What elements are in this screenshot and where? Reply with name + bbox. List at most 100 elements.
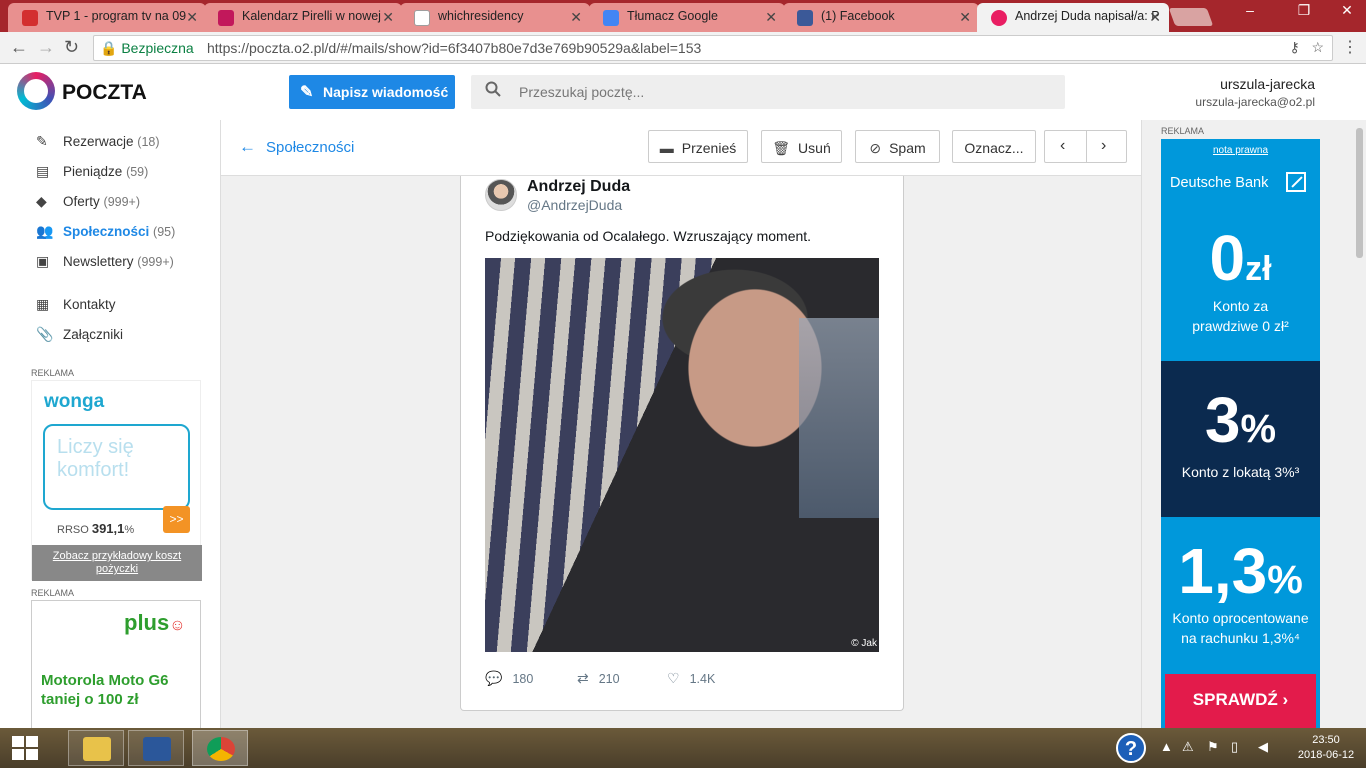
- sidebar-item-rezerwacje[interactable]: ✎ Rezerwacje (18): [36, 133, 160, 150]
- folder-icon: [83, 737, 111, 761]
- o2-logo-icon[interactable]: [17, 72, 55, 110]
- forward-arrow-icon[interactable]: →: [37, 37, 55, 58]
- sidebar-item-count: (95): [153, 225, 176, 239]
- file-explorer-taskbar-button[interactable]: [68, 730, 124, 766]
- tweet-author-name[interactable]: Andrzej Duda: [527, 178, 630, 196]
- word-taskbar-button[interactable]: [128, 730, 184, 766]
- close-tab-icon[interactable]: ✕: [1149, 9, 1161, 26]
- sidebar-item-label: Newslettery: [63, 254, 134, 269]
- key-icon[interactable]: ⚷: [1290, 39, 1300, 55]
- ad-label: REKLAMA: [31, 368, 75, 378]
- minimize-icon[interactable]: –: [1235, 2, 1265, 18]
- money-icon: ▤: [36, 163, 50, 179]
- mark-button[interactable]: Oznacz...: [952, 130, 1036, 163]
- browser-tab[interactable]: (1) Facebook ✕: [783, 3, 979, 32]
- search-input[interactable]: Przeszukaj pocztę...: [471, 75, 1065, 109]
- scrollbar-thumb[interactable]: [1356, 128, 1363, 258]
- help-icon[interactable]: ?: [1116, 733, 1146, 763]
- newsletter-icon: ▣: [36, 253, 50, 269]
- rrso-value: 391,1: [91, 521, 125, 536]
- wonga-footer-link[interactable]: Zobacz przykładowy koszt pożyczki: [32, 545, 202, 581]
- next-message-icon[interactable]: ›: [1101, 137, 1106, 155]
- back-arrow-icon: ←: [239, 137, 256, 156]
- address-bar[interactable]: 🔒 Bezpieczna https://poczta.o2.pl/d/#/ma…: [93, 35, 1333, 61]
- windows-start-icon[interactable]: [12, 736, 38, 760]
- sidebar-item-pieniadze[interactable]: ▤ Pieniądze (59): [36, 163, 148, 180]
- back-to-folder-link[interactable]: ← Społeczności: [239, 137, 354, 157]
- back-arrow-icon[interactable]: ←: [10, 37, 28, 58]
- like-count: 1.4K: [689, 672, 716, 686]
- check-offer-button[interactable]: SPRAWDŹ ›: [1165, 674, 1316, 728]
- delete-button[interactable]: 🗑 Usuń: [761, 130, 842, 163]
- sidebar-item-spolecznosci[interactable]: 👥 Społeczności (95): [36, 223, 175, 240]
- deutsche-bank-logo-icon: [1286, 172, 1306, 192]
- reload-icon[interactable]: ↻: [64, 37, 79, 58]
- deutsche-bank-ad[interactable]: nota prawna Deutsche Bank 0zł Konto za p…: [1161, 139, 1320, 728]
- secure-indicator[interactable]: 🔒 Bezpieczna: [100, 40, 194, 57]
- retweet-icon: ⇄: [577, 670, 589, 686]
- tab-title: TVP 1 - program tv na 09: [46, 9, 187, 23]
- search-icon: [485, 81, 501, 97]
- offer-zero-unit: zł: [1245, 250, 1272, 288]
- legal-note-link[interactable]: nota prawna: [1161, 145, 1320, 156]
- move-button[interactable]: ▬ Przenieś: [648, 130, 748, 163]
- system-clock[interactable]: 23:50 2018-06-12: [1294, 733, 1358, 763]
- tweet-text: Podziękowania od Ocalałego. Wzruszający …: [485, 228, 812, 244]
- close-window-icon[interactable]: ✕: [1332, 2, 1362, 19]
- sidebar-item-oferty[interactable]: ◆ Oferty (999+): [36, 193, 140, 210]
- offer-interest-unit: %: [1267, 558, 1303, 602]
- browser-tab[interactable]: TVP 1 - program tv na 09 ✕: [8, 3, 206, 32]
- page-scrollbar[interactable]: [1353, 120, 1366, 728]
- facebook-favicon-icon: [797, 10, 813, 26]
- tweet-author-handle[interactable]: @AndrzejDuda: [527, 197, 622, 213]
- browser-tab[interactable]: Tłumacz Google ✕: [589, 3, 785, 32]
- retweet-button[interactable]: ⇄ 210: [577, 670, 620, 687]
- browser-tab-active[interactable]: Andrzej Duda napisał/a: P ✕: [977, 3, 1169, 32]
- tab-title: Kalendarz Pirelli w nowej: [242, 9, 381, 23]
- spam-button[interactable]: ⊘ Spam: [855, 130, 940, 163]
- document-favicon-icon: [414, 10, 430, 26]
- previous-message-icon[interactable]: ‹: [1060, 137, 1065, 155]
- close-tab-icon[interactable]: ✕: [959, 9, 971, 26]
- network-icon[interactable]: ⚠: [1182, 739, 1194, 755]
- spam-label: Spam: [889, 140, 926, 156]
- close-tab-icon[interactable]: ✕: [382, 9, 394, 26]
- offer-zero: 0zł: [1161, 221, 1320, 295]
- wonga-go-button[interactable]: >>: [163, 506, 190, 533]
- volume-icon[interactable]: ◀: [1258, 739, 1268, 755]
- close-tab-icon[interactable]: ✕: [186, 9, 198, 26]
- tweet-photo[interactable]: © Jak: [485, 258, 879, 652]
- close-tab-icon[interactable]: ✕: [570, 9, 582, 26]
- sidebar-item-kontakty[interactable]: ▦ Kontakty: [36, 296, 116, 313]
- offer-zero-value: 0: [1209, 222, 1246, 294]
- url-text[interactable]: https://poczta.o2.pl/d/#/mails/show?id=6…: [207, 40, 701, 56]
- offer-deposit-panel: 3% Konto z lokatą 3%³: [1161, 361, 1320, 517]
- ad-label: REKLAMA: [1161, 126, 1205, 136]
- compose-button[interactable]: ✎ Napisz wiadomość: [289, 75, 455, 109]
- like-button[interactable]: ♡ 1.4K: [667, 670, 715, 687]
- reply-button[interactable]: 💬 180: [485, 670, 533, 687]
- tab-title: (1) Facebook: [821, 9, 895, 23]
- paperclip-icon: 📎: [36, 326, 54, 342]
- plus-ad[interactable]: plus☺ Motorola Moto G6 taniej o 100 zł: [31, 600, 201, 730]
- sidebar-item-count: (18): [137, 135, 160, 149]
- avatar[interactable]: [485, 179, 517, 211]
- battery-icon[interactable]: ▯: [1231, 739, 1238, 755]
- browser-tab[interactable]: whichresidency ✕: [400, 3, 590, 32]
- chrome-taskbar-button[interactable]: [192, 730, 248, 766]
- rrso-label: RRSO: [57, 524, 89, 536]
- bookmark-star-icon[interactable]: ☆: [1311, 39, 1324, 55]
- browser-menu-icon[interactable]: ⋮: [1342, 37, 1358, 57]
- user-name[interactable]: urszula-jarecka: [1220, 76, 1315, 92]
- new-tab-button[interactable]: [1168, 8, 1214, 26]
- show-hidden-icons-icon[interactable]: ▲: [1160, 739, 1173, 754]
- wonga-slogan: Liczy się komfort!: [43, 424, 190, 510]
- close-tab-icon[interactable]: ✕: [765, 9, 777, 26]
- logo-text[interactable]: POCZTA: [62, 81, 147, 105]
- sidebar-item-newslettery[interactable]: ▣ Newslettery (999+): [36, 253, 174, 270]
- action-center-icon[interactable]: ⚑: [1207, 739, 1219, 755]
- sidebar-item-zalaczniki[interactable]: 📎 Załączniki: [36, 326, 123, 343]
- wonga-ad[interactable]: wonga Liczy się komfort! RRSO 391,1% >> …: [31, 380, 202, 581]
- browser-tab[interactable]: Kalendarz Pirelli w nowej ✕: [204, 3, 402, 32]
- restore-icon[interactable]: ❐: [1289, 2, 1319, 19]
